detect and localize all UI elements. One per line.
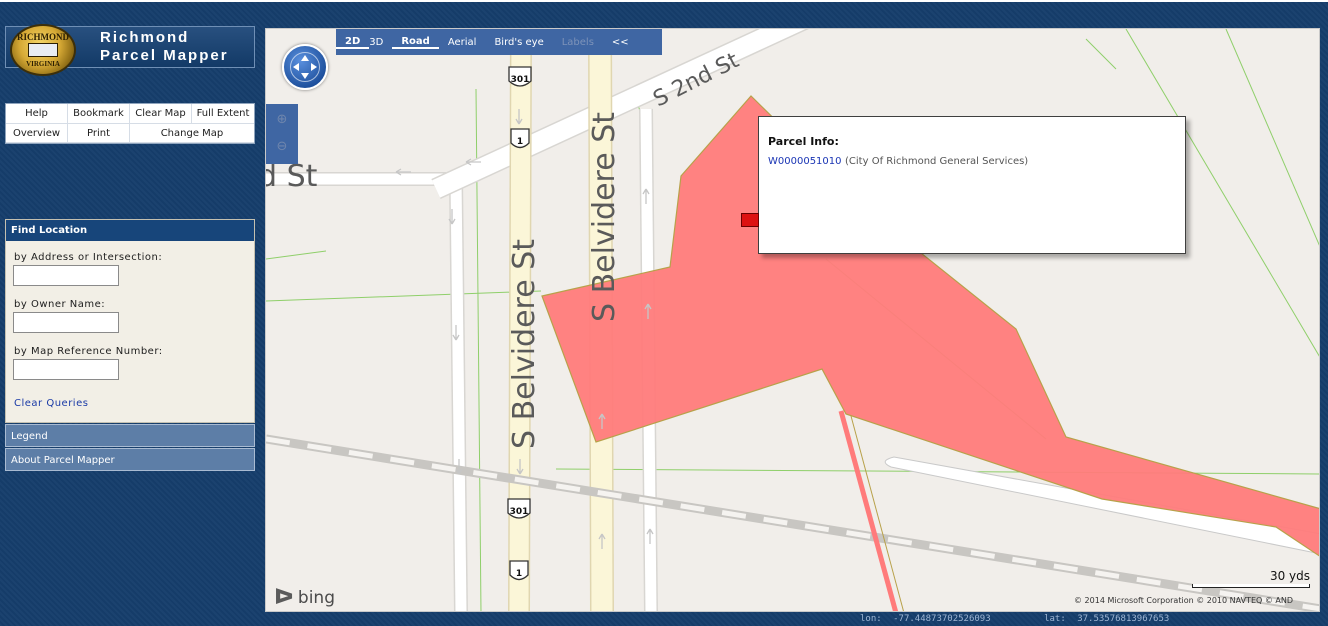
street-label-partial: d St — [266, 159, 318, 194]
parcel-id-link[interactable]: W0000051010 — [768, 156, 842, 167]
map-view[interactable]: S 2nd St S Belvidere St S Belvidere St d… — [265, 28, 1320, 612]
print-button[interactable]: Print — [68, 124, 130, 143]
route-shield-1-label: 1 — [516, 569, 522, 579]
scale-label: 30 yds — [1269, 569, 1310, 583]
pan-compass-icon[interactable] — [282, 44, 328, 90]
mode-3d-button[interactable]: 3D — [369, 37, 392, 48]
birds-eye-view-button[interactable]: Bird's eye — [485, 37, 552, 48]
route-shield-301: 301 — [508, 66, 532, 87]
route-shield-1: 1 — [509, 560, 529, 581]
parcel-line — [1225, 29, 1319, 246]
bing-brand-text: bing — [297, 587, 335, 608]
parcel-line — [266, 250, 327, 260]
bing-logo: ᐅ bing — [274, 585, 335, 610]
parcel-line — [266, 290, 542, 302]
coordinate-readout: lon: -77.44873702526093 lat: 37.53576813… — [860, 614, 1175, 624]
map-copyright: © 2014 Microsoft Corporation © 2010 NAVT… — [1074, 596, 1293, 605]
help-button[interactable]: Help — [6, 104, 68, 124]
seal-skyline-icon — [28, 43, 58, 57]
route-shield-301: 301 — [507, 498, 531, 519]
route-shield-301-label: 301 — [510, 507, 529, 517]
owner-label: by Owner Name: — [14, 299, 106, 310]
labels-toggle[interactable]: Labels — [553, 37, 603, 48]
popup-title: Parcel Info: — [768, 135, 839, 148]
bookmark-button[interactable]: Bookmark — [68, 104, 130, 124]
address-label: by Address or Intersection: — [14, 252, 163, 263]
parcel-line — [1085, 38, 1117, 70]
map-reference-label: by Map Reference Number: — [14, 346, 163, 357]
find-location-panel: Find Location by Address or Intersection… — [5, 219, 255, 423]
address-input[interactable] — [13, 265, 119, 286]
zoom-in-icon[interactable]: ⊕ — [272, 110, 292, 130]
street-label-s-belvidere-west: S Belvidere St — [507, 239, 542, 449]
clear-map-button[interactable]: Clear Map — [130, 104, 192, 124]
scale-bar — [1192, 584, 1310, 588]
parcel-owner: (City Of Richmond General Services) — [845, 156, 1029, 167]
full-extent-button[interactable]: Full Extent — [192, 104, 254, 124]
find-location-header[interactable]: Find Location — [6, 220, 254, 241]
map-style-bar: 2D 3D Road Aerial Bird's eye Labels << — [336, 29, 662, 55]
route-shield-1-label: 1 — [517, 137, 523, 147]
parcel-strip[interactable] — [838, 410, 899, 612]
map-scale: 30 yds — [1192, 569, 1310, 588]
parcel-strip-edge — [850, 415, 904, 611]
toolbar: Help Bookmark Clear Map Full Extent Over… — [5, 103, 255, 144]
lon-label: lon: — [860, 614, 882, 624]
parcel-info-popup: Parcel Info: W0000051010 (City Of Richmo… — [758, 116, 1186, 254]
city-seal-logo: RICHMOND VIRGINIA — [10, 24, 76, 76]
seal-text-bottom: VIRGINIA — [26, 60, 60, 68]
map-reference-input[interactable] — [13, 359, 119, 380]
about-parcel-mapper-button[interactable]: About Parcel Mapper — [5, 448, 255, 471]
lat-label: lat: — [1044, 614, 1066, 624]
route-shield-301-label: 301 — [511, 75, 530, 85]
top-strip — [0, 0, 1328, 2]
seal-text-top: RICHMOND — [17, 32, 69, 42]
legend-button[interactable]: Legend — [5, 424, 255, 447]
collapse-nav-button[interactable]: << — [603, 37, 638, 48]
route-shield-1: 1 — [510, 128, 530, 149]
owner-input[interactable] — [13, 312, 119, 333]
app-title-line1: Richmond — [100, 29, 190, 46]
zoom-panel: ⊕ ⊖ — [266, 104, 298, 164]
change-map-button[interactable]: Change Map — [130, 124, 254, 143]
street-label-s-belvidere-east: S Belvidere St — [587, 112, 622, 322]
road-view-button[interactable]: Road — [392, 36, 439, 49]
road-segment — [450, 178, 467, 611]
app-header: RICHMOND VIRGINIA Richmond Parcel Mapper — [5, 24, 255, 76]
app-title-line2: Parcel Mapper — [100, 47, 229, 64]
compass-arrows-icon — [293, 55, 317, 79]
zoom-out-icon[interactable]: ⊖ — [272, 137, 292, 157]
overview-button[interactable]: Overview — [6, 124, 68, 143]
mode-2d-button[interactable]: 2D — [336, 36, 370, 49]
app-title: Richmond Parcel Mapper — [100, 29, 229, 65]
lat-value: 37.53576813967653 — [1077, 614, 1170, 624]
lon-value: -77.44873702526093 — [893, 614, 991, 624]
map-pin-icon[interactable] — [741, 213, 759, 227]
clear-queries-link[interactable]: Clear Queries — [14, 398, 254, 409]
aerial-view-button[interactable]: Aerial — [439, 37, 486, 48]
bing-b-icon: ᐅ — [274, 585, 294, 610]
